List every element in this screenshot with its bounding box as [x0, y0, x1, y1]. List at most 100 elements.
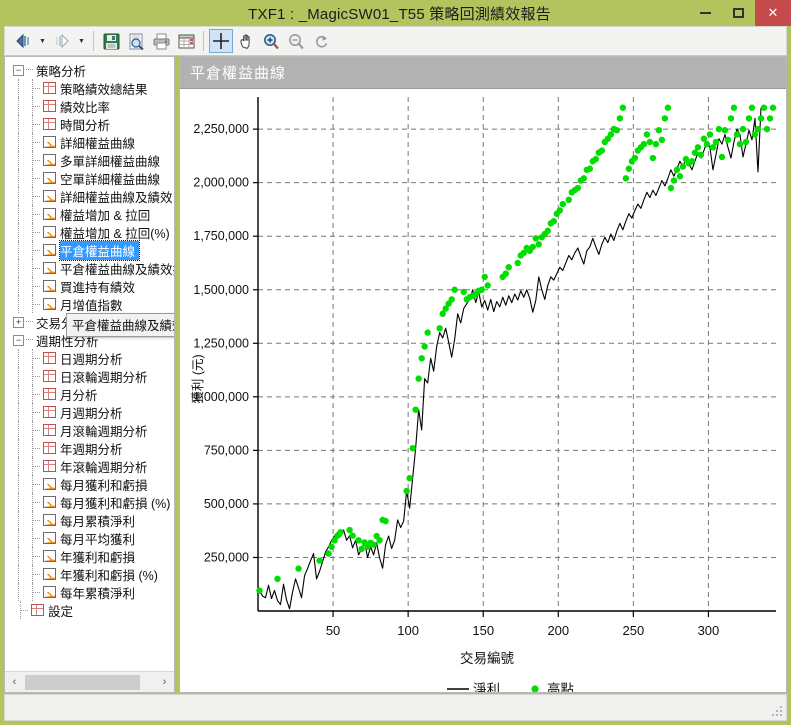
tree-expand-icon[interactable]: + — [13, 316, 24, 328]
tree-connector — [17, 601, 31, 619]
nav-back-dropdown[interactable]: ▼ — [36, 29, 49, 53]
tree-item[interactable]: − 策略分析 — [5, 61, 174, 79]
tree-item[interactable]: 買進持有績效 — [5, 277, 174, 295]
tree-item[interactable]: 設定 — [5, 601, 174, 619]
tree-item[interactable]: 權益增加 & 拉回 — [5, 205, 174, 223]
high-point-marker — [406, 475, 413, 482]
high-point-marker — [670, 177, 678, 184]
minimize-button[interactable] — [689, 0, 722, 26]
equity-curve-chart[interactable]: 250,000500,000750,0001,000,0001,250,0001… — [180, 89, 786, 692]
tree-item[interactable]: 每月累積淨利 — [5, 511, 174, 529]
tree-item-label: 每月平均獲利 — [60, 532, 136, 547]
x-tick-label: 200 — [547, 623, 569, 638]
high-point-marker — [325, 550, 332, 557]
tree-item[interactable]: 月增值指數 — [5, 295, 174, 313]
crosshair-button[interactable] — [209, 29, 233, 53]
zoom-in-button[interactable] — [259, 29, 283, 53]
high-point-marker — [622, 175, 630, 182]
high-point-marker — [448, 296, 455, 303]
tree-connector — [29, 115, 43, 133]
high-point-marker — [415, 375, 422, 382]
tree-item[interactable]: 月分析 — [5, 385, 174, 403]
pan-button[interactable] — [234, 29, 258, 53]
tree-item[interactable]: 詳細權益曲線及績效 — [5, 187, 174, 205]
high-point-marker — [418, 355, 425, 362]
tree-item[interactable]: 平倉權益曲線及績效拉回 — [5, 259, 174, 277]
high-point-marker — [667, 184, 675, 192]
scroll-left-button[interactable]: ‹ — [5, 673, 24, 692]
tree-item-label: 月增值指數 — [60, 298, 123, 313]
tree-item[interactable]: 年獲利和虧損 — [5, 547, 174, 565]
scroll-thumb[interactable] — [25, 674, 140, 690]
tree-item[interactable]: 日滾輪週期分析 — [5, 367, 174, 385]
high-point-marker — [769, 104, 777, 111]
tree-item[interactable]: 每月獲利和虧損 (%) — [5, 493, 174, 511]
sidebar-horizontal-scrollbar[interactable]: ‹ › — [5, 671, 174, 692]
tree-item[interactable]: 年週期分析 — [5, 439, 174, 457]
plot-area[interactable]: 250,000 500,000 750,000 1,000,000 1,250,000 1… — [180, 89, 786, 692]
scroll-right-button[interactable]: › — [155, 673, 174, 692]
tree-item[interactable]: 平倉權益曲線 — [5, 239, 174, 261]
tree-item[interactable]: 每年累積淨利 — [5, 583, 174, 601]
high-point-marker — [349, 532, 356, 539]
high-point-marker — [370, 541, 377, 548]
y-tick-label: 750,000 — [204, 443, 249, 457]
print-preview-button[interactable] — [124, 29, 148, 53]
tree-item-label: 每年累積淨利 — [60, 586, 136, 601]
tree-item-label: 績效比率 — [60, 100, 111, 115]
tree-item[interactable]: 績效比率 — [5, 97, 174, 115]
chart-icon — [43, 586, 56, 598]
maximize-button[interactable] — [722, 0, 755, 26]
high-point-marker — [640, 140, 648, 148]
tree-item[interactable]: 每月獲利和虧損 — [5, 475, 174, 493]
nav-forward-button[interactable] — [50, 29, 74, 53]
tree-item[interactable]: 年獲利和虧損 (%) — [5, 565, 174, 583]
status-bar — [4, 694, 787, 721]
tree-connector — [29, 367, 43, 385]
tree-item[interactable]: 時間分析 — [5, 115, 174, 133]
high-point-marker — [748, 104, 756, 111]
nav-forward-dropdown[interactable]: ▼ — [75, 29, 88, 53]
table-icon — [43, 352, 56, 364]
tree-item[interactable]: 空單詳細權益曲線 — [5, 169, 174, 187]
tree-item-label: 設定 — [48, 604, 74, 619]
chart-icon — [43, 298, 56, 310]
tree-connector — [29, 133, 43, 151]
tree-item[interactable]: 日週期分析 — [5, 349, 174, 367]
high-point-marker — [580, 175, 588, 182]
save-button[interactable] — [99, 29, 123, 53]
navigation-tree[interactable]: − 策略分析 策略績效總結果績效比率 時間分析 詳細權益曲線 多單詳細權益曲線 空單詳細權益… — [5, 57, 174, 675]
report-button[interactable] — [174, 29, 198, 53]
tree-item[interactable]: 月週期分析 — [5, 403, 174, 421]
high-point-marker — [736, 140, 744, 148]
resize-grip[interactable] — [771, 705, 783, 717]
tree-item[interactable]: 權益增加 & 拉回(%) — [5, 223, 174, 241]
nav-back-button[interactable] — [11, 29, 35, 53]
tree-item-label: 平倉權益曲線 — [58, 239, 141, 261]
tree-item[interactable]: 策略績效總結果 — [5, 79, 174, 97]
tree-connector — [29, 529, 43, 547]
table-icon — [31, 604, 44, 616]
tree-connector — [15, 367, 29, 385]
tree-item[interactable]: 多單詳細權益曲線 — [5, 151, 174, 169]
high-point-marker — [460, 288, 467, 296]
tree-collapse-icon[interactable]: − — [13, 64, 24, 76]
zoom-out-button[interactable] — [284, 29, 308, 53]
tree-tooltip: 平倉權益曲線及績效拉回 — [66, 313, 174, 337]
tree-item[interactable]: 年滾輪週期分析 — [5, 457, 174, 475]
high-point-marker — [451, 286, 458, 293]
print-button[interactable] — [149, 29, 173, 53]
chart-icon — [43, 478, 56, 490]
table-icon — [43, 406, 56, 418]
reset-zoom-button[interactable] — [309, 29, 333, 53]
high-point-marker — [766, 115, 774, 122]
chart-icon — [43, 568, 56, 580]
tree-item[interactable]: 月滾輪週期分析 — [5, 421, 174, 439]
tree-item[interactable]: 每月平均獲利 — [5, 529, 174, 547]
app-window: TXF1 : _MagicSW01_T55 策略回測績效報告 ✕ ▼ ▼ − 策… — [0, 0, 791, 725]
close-button[interactable]: ✕ — [755, 0, 791, 26]
tree-item[interactable]: 詳細權益曲線 — [5, 133, 174, 151]
high-point-marker — [328, 543, 335, 550]
tree-collapse-icon[interactable]: − — [13, 334, 24, 346]
tree-connector — [15, 97, 29, 115]
